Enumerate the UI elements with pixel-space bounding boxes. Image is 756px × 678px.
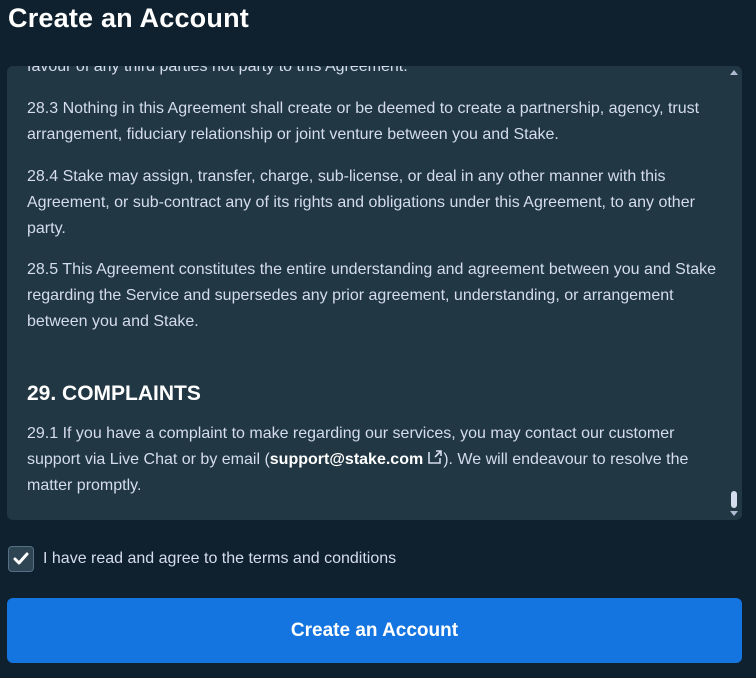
- scroll-up-arrow-icon[interactable]: [730, 70, 738, 75]
- terms-paragraph-28-5: 28.5 This Agreement constitutes the enti…: [27, 261, 717, 330]
- external-link-icon[interactable]: [427, 449, 443, 465]
- support-email-link[interactable]: support@stake.com: [270, 451, 423, 468]
- terms-scroll-panel[interactable]: favour of any third parties not party to…: [7, 66, 742, 520]
- terms-paragraph-28-4: 28.4 Stake may assign, transfer, charge,…: [27, 168, 695, 237]
- scroll-down-arrow-icon[interactable]: [730, 511, 738, 516]
- terms-heading-complaints: 29. COMPLAINTS: [27, 382, 201, 405]
- check-icon: [13, 552, 29, 565]
- scrollbar-thumb[interactable]: [731, 491, 737, 508]
- agree-checkbox-label[interactable]: I have read and agree to the terms and c…: [43, 550, 396, 568]
- terms-paragraph-28-3: 28.3 Nothing in this Agreement shall cre…: [27, 100, 700, 143]
- terms-paragraph-29-1: 29.1 If you have a complaint to make reg…: [27, 421, 717, 499]
- terms-partial-paragraph: favour of any third parties not party to…: [27, 66, 408, 75]
- agree-checkbox[interactable]: [8, 546, 34, 572]
- page-title: Create an Account: [8, 3, 249, 33]
- create-account-button[interactable]: Create an Account: [7, 598, 742, 663]
